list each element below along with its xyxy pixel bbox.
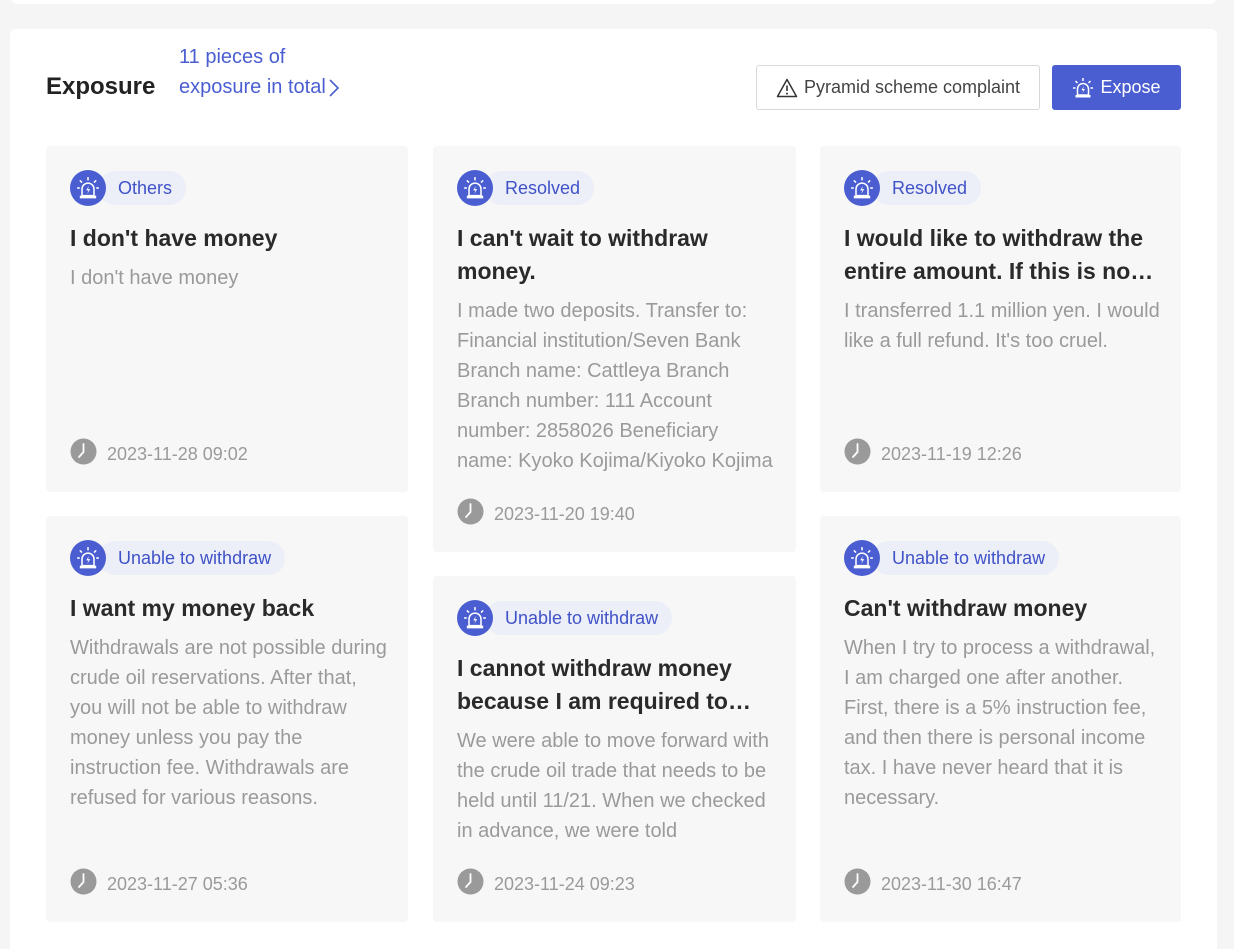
top-panel-edge: [10, 0, 1217, 4]
card-title: I want my money back: [70, 595, 315, 621]
card-timestamp: 2023-11-20 19:40: [457, 498, 635, 530]
card-title: I would like to withdraw the entire amou…: [844, 225, 1144, 284]
expose-button[interactable]: Expose: [1052, 65, 1181, 110]
exposure-card[interactable]: Resolved I can't wait to withdraw money.…: [433, 146, 796, 552]
siren-alert-icon: [457, 170, 493, 206]
card-timestamp: 2023-11-28 09:02: [70, 438, 248, 470]
exposure-card[interactable]: Unable to withdraw I want my money back …: [46, 516, 408, 922]
timestamp-text: 2023-11-19 12:26: [881, 443, 1022, 464]
category-badge: Unable to withdraw: [70, 540, 286, 576]
card-timestamp: 2023-11-19 12:26: [844, 438, 1022, 470]
siren-alert-icon: [1073, 77, 1094, 97]
timestamp-text: 2023-11-24 09:23: [494, 873, 635, 894]
card-description: Withdrawals are not possible during crud…: [70, 637, 387, 809]
card-description: I transferred 1.1 million yen. I would l…: [844, 300, 1160, 352]
warning-triangle-icon: [776, 78, 798, 97]
category-badge: Others: [70, 170, 187, 206]
card-description: We were able to move forward with the cr…: [457, 730, 769, 842]
card-title: I can't wait to withdraw money.: [457, 225, 708, 284]
category-label: Others: [98, 171, 187, 205]
siren-alert-icon: [844, 540, 880, 576]
exposure-card[interactable]: Resolved I would like to withdraw the en…: [820, 146, 1181, 492]
category-badge: Unable to withdraw: [457, 600, 673, 636]
card-description: When I try to process a withdrawal, I am…: [844, 637, 1156, 809]
category-label: Resolved: [872, 171, 982, 205]
category-label: Unable to withdraw: [872, 541, 1060, 575]
category-label: Resolved: [485, 171, 595, 205]
total-exposure-link[interactable]: 11 pieces of exposure in total: [179, 42, 329, 102]
category-badge: Resolved: [844, 170, 982, 206]
timestamp-text: 2023-11-30 16:47: [881, 873, 1022, 894]
siren-alert-icon: [70, 170, 106, 206]
category-badge: Unable to withdraw: [844, 540, 1060, 576]
card-timestamp: 2023-11-27 05:36: [70, 868, 248, 900]
complaint-button-label: Pyramid scheme complaint: [803, 77, 1021, 97]
siren-alert-icon: [70, 540, 106, 576]
card-title: Can't withdraw money: [844, 595, 1088, 621]
card-title: I cannot withdraw money because I am req…: [457, 655, 732, 714]
exposure-card[interactable]: Others I don't have money I don't have m…: [46, 146, 408, 492]
section-title: Exposure: [46, 73, 156, 100]
exposure-card[interactable]: Unable to withdraw I cannot withdraw mon…: [433, 576, 796, 922]
clock-icon: [70, 868, 97, 900]
timestamp-text: 2023-11-28 09:02: [107, 443, 248, 464]
exposure-card[interactable]: Unable to withdraw Can't withdraw money …: [820, 516, 1181, 922]
card-title: I don't have money: [70, 225, 278, 251]
clock-icon: [844, 868, 871, 900]
siren-alert-icon: [457, 600, 493, 636]
clock-icon: [70, 438, 97, 470]
pyramid-scheme-complaint-button[interactable]: Pyramid scheme complaint: [756, 65, 1040, 110]
card-timestamp: 2023-11-24 09:23: [457, 868, 635, 900]
clock-icon: [457, 498, 484, 530]
timestamp-text: 2023-11-27 05:36: [107, 873, 248, 894]
category-badge: Resolved: [457, 170, 595, 206]
card-description: I made two deposits. Transfer to: Financ…: [457, 300, 773, 472]
expose-button-label: Expose: [1100, 77, 1161, 97]
card-description: I don't have money: [70, 267, 239, 289]
category-label: Unable to withdraw: [98, 541, 286, 575]
category-label: Unable to withdraw: [485, 601, 673, 635]
clock-icon: [457, 868, 484, 900]
siren-alert-icon: [844, 170, 880, 206]
chevron-right-icon[interactable]: [326, 78, 342, 98]
card-timestamp: 2023-11-30 16:47: [844, 868, 1022, 900]
timestamp-text: 2023-11-20 19:40: [494, 503, 635, 524]
clock-icon: [844, 438, 871, 470]
